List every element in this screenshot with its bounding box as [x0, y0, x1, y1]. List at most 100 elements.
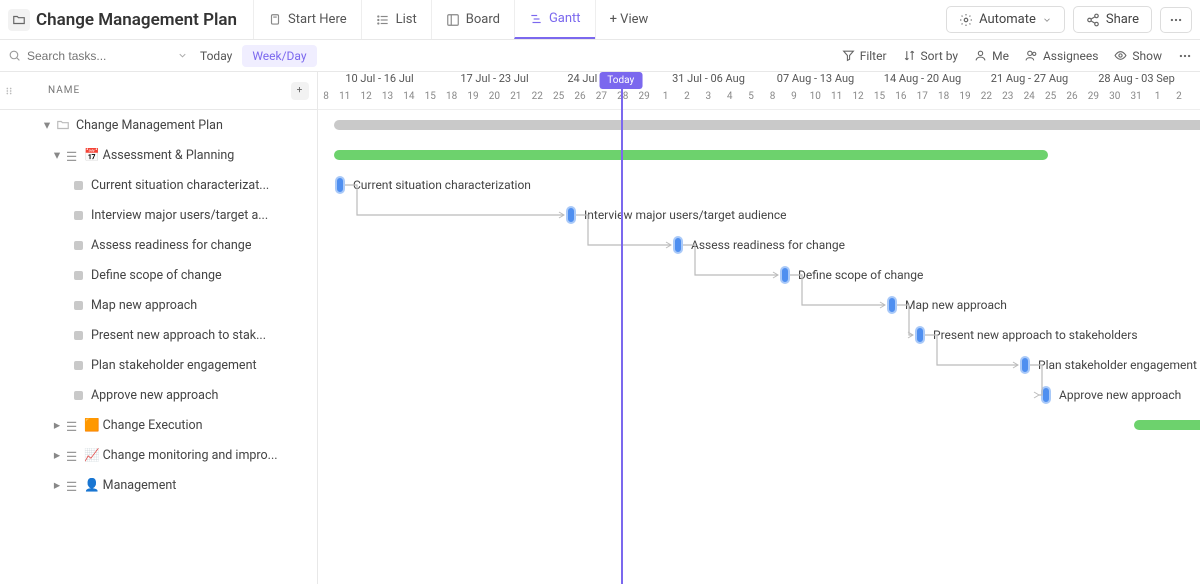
day-cell: 30: [1104, 91, 1125, 109]
week-cell: 31 Jul - 06 Aug: [655, 72, 762, 91]
day-cell: 18: [933, 91, 954, 109]
phase-bar-assessment[interactable]: [334, 150, 1048, 160]
right-tools: Filter Sort by Me Assignees Show: [842, 49, 1192, 63]
tab-gantt[interactable]: Gantt: [514, 0, 595, 39]
today-pill: Today: [599, 72, 642, 89]
chart-body: Today Current situation characterization…: [318, 110, 1200, 584]
day-cell: 12: [355, 91, 376, 109]
dots-icon: [1169, 13, 1183, 27]
tree-row[interactable]: Map new approach: [0, 290, 317, 320]
day-cell: 1: [1147, 91, 1168, 109]
task-pill[interactable]: [673, 236, 683, 254]
assignees-button[interactable]: Assignees: [1025, 49, 1098, 63]
status-square[interactable]: [74, 301, 83, 310]
today-marker: [621, 72, 623, 584]
day-cell: 31: [1125, 91, 1146, 109]
toolbar-more-button[interactable]: [1178, 49, 1192, 63]
tree-row[interactable]: ▸☰👤 Management: [0, 470, 317, 500]
left-header: NAME +: [0, 72, 317, 110]
sortby-button[interactable]: Sort by: [903, 49, 959, 63]
day-cell: 13: [377, 91, 398, 109]
tab-list[interactable]: List: [361, 0, 431, 39]
status-square[interactable]: [74, 331, 83, 340]
task-label: Present new approach to stakeholders: [933, 328, 1138, 342]
toggle-icon[interactable]: ▾: [42, 120, 52, 130]
weekday-toggle[interactable]: Week/Day: [242, 45, 316, 67]
share-button[interactable]: Share: [1073, 6, 1152, 33]
status-square[interactable]: [74, 271, 83, 280]
day-cell: 28: [612, 91, 633, 109]
phase-bar-execution[interactable]: [1134, 420, 1200, 430]
search-input[interactable]: [27, 49, 157, 63]
folder-icon: [56, 118, 70, 132]
folder-button[interactable]: [8, 9, 30, 31]
show-button[interactable]: Show: [1114, 49, 1162, 63]
drag-handle-icon[interactable]: [4, 84, 14, 98]
toolbar: Today Week/Day Filter Sort by Me Assigne…: [0, 40, 1200, 72]
tree-row[interactable]: Interview major users/target a...: [0, 200, 317, 230]
day-cell: 15: [869, 91, 890, 109]
status-square[interactable]: [74, 361, 83, 370]
day-cell: 19: [954, 91, 975, 109]
day-cell: 24: [1019, 91, 1040, 109]
week-cell: 10 Jul - 16 Jul: [318, 72, 441, 91]
today-link[interactable]: Today: [200, 49, 232, 63]
project-bar[interactable]: [334, 120, 1200, 130]
name-column-header: NAME: [48, 85, 80, 96]
week-cell: 28 Aug - 03 Sep: [1083, 72, 1190, 91]
automate-button[interactable]: Automate: [946, 6, 1065, 33]
day-cell: 20: [484, 91, 505, 109]
task-pill[interactable]: [1020, 356, 1030, 374]
filter-button[interactable]: Filter: [842, 49, 887, 63]
toggle-icon[interactable]: ▾: [52, 150, 62, 160]
tree-row[interactable]: ▸☰🟧 Change Execution: [0, 410, 317, 440]
toggle-icon[interactable]: ▸: [52, 480, 62, 490]
chevron-down-icon[interactable]: [177, 50, 188, 61]
toggle-icon[interactable]: ▸: [52, 420, 62, 430]
status-square[interactable]: [74, 241, 83, 250]
tab-board[interactable]: Board: [431, 0, 514, 39]
task-pill[interactable]: [915, 326, 925, 344]
tab-start-here[interactable]: Start Here: [253, 0, 361, 39]
task-pill[interactable]: [566, 206, 576, 224]
task-pill[interactable]: [1041, 386, 1051, 404]
task-pill[interactable]: [887, 296, 897, 314]
tree-row[interactable]: Present new approach to stak...: [0, 320, 317, 350]
tree-row[interactable]: ▾☰📅 Assessment & Planning: [0, 140, 317, 170]
board-icon: [446, 13, 460, 27]
filter-icon: [842, 49, 855, 62]
chevron-down-icon: [1042, 15, 1052, 25]
tree-row[interactable]: Plan stakeholder engagement: [0, 350, 317, 380]
day-cell: 27: [591, 91, 612, 109]
toggle-icon[interactable]: ▸: [52, 450, 62, 460]
list-icon: [376, 13, 390, 27]
status-square[interactable]: [74, 391, 83, 400]
me-button[interactable]: Me: [974, 49, 1009, 63]
status-square[interactable]: [74, 181, 83, 190]
day-cell: 29: [633, 91, 654, 109]
timeline[interactable]: 10 Jul - 16 Jul17 Jul - 23 Jul24 Jul - 3…: [318, 72, 1200, 584]
more-button[interactable]: [1160, 7, 1192, 33]
sort-icon: [903, 49, 916, 62]
week-cell: 07 Aug - 13 Aug: [762, 72, 869, 91]
task-pill[interactable]: [780, 266, 790, 284]
tree-row[interactable]: ▸☰📈 Change monitoring and impro...: [0, 440, 317, 470]
tab-add-view[interactable]: + View: [595, 0, 663, 39]
task-pill[interactable]: [335, 176, 345, 194]
add-column-button[interactable]: +: [291, 82, 309, 100]
day-cell: 18: [441, 91, 462, 109]
day-row: 8111213141518192021222526272829123458910…: [318, 91, 1200, 110]
tree-row[interactable]: Current situation characterizat...: [0, 170, 317, 200]
day-cell: 8: [318, 91, 334, 109]
task-label: Define scope of change: [798, 268, 923, 282]
status-square[interactable]: [74, 211, 83, 220]
task-label: Plan stakeholder engagement: [1038, 358, 1197, 372]
people-icon: [1025, 49, 1038, 62]
day-cell: 2: [676, 91, 697, 109]
tree-row[interactable]: Approve new approach: [0, 380, 317, 410]
tree-row[interactable]: Define scope of change: [0, 260, 317, 290]
tree-row[interactable]: ▾Change Management Plan: [0, 110, 317, 140]
week-cell: 17 Jul - 23 Jul: [441, 72, 548, 91]
week-cell: 14 Aug - 20 Aug: [869, 72, 976, 91]
tree-row[interactable]: Assess readiness for change: [0, 230, 317, 260]
